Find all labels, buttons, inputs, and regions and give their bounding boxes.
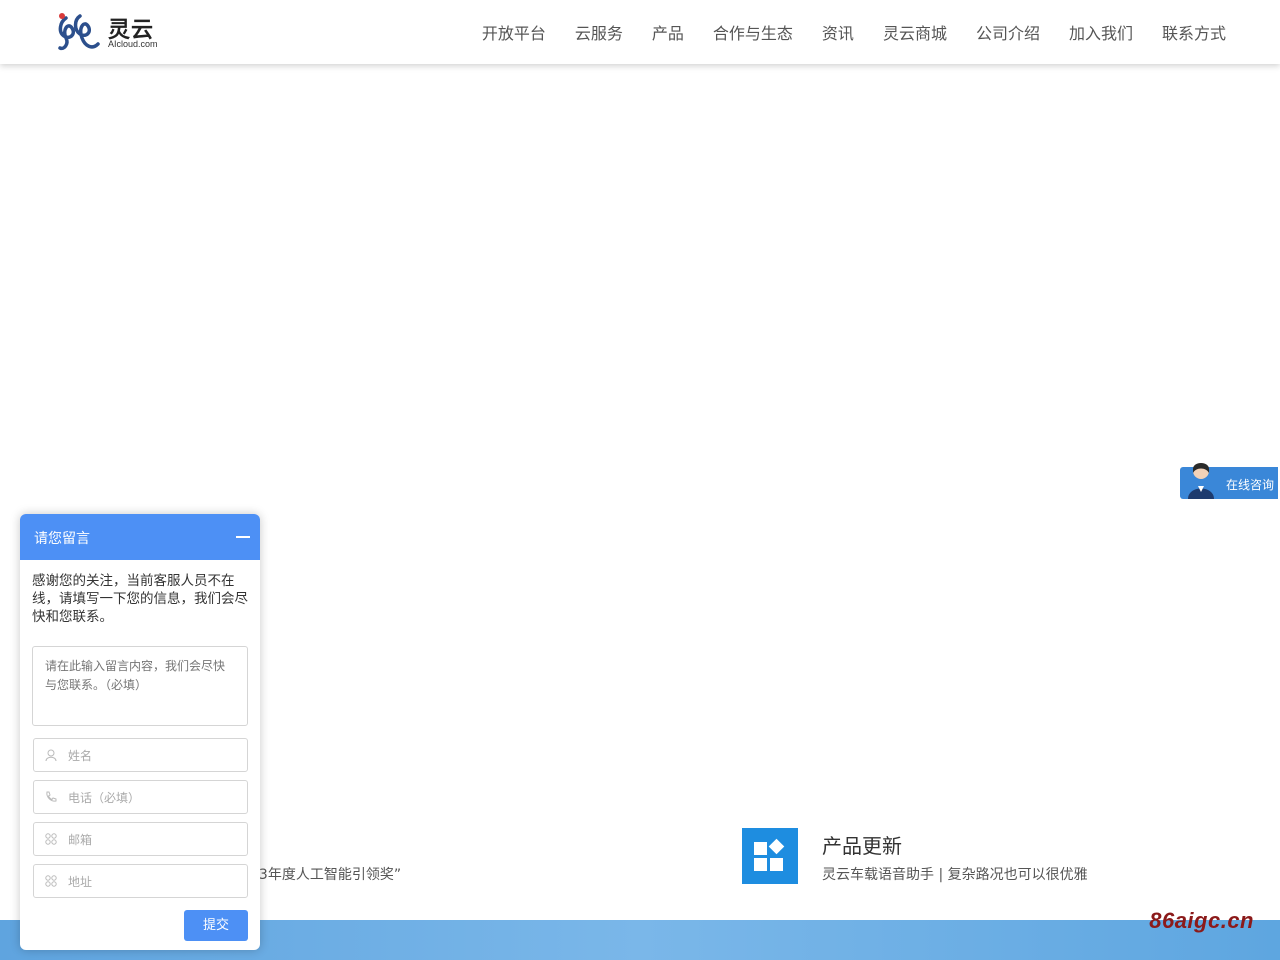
name-input[interactable] (68, 747, 238, 765)
nav-item-store[interactable]: 灵云商城 (883, 20, 947, 44)
main-nav: 开放平台 云服务 产品 合作与生态 资讯 灵云商城 公司介绍 加入我们 联系方式 (453, 0, 1226, 64)
address-input[interactable] (68, 873, 238, 891)
product-update-desc[interactable]: 灵云车载语音助手 | 复杂路况也可以很优雅 (822, 864, 1088, 884)
nav-item-about[interactable]: 公司介绍 (976, 20, 1040, 44)
nav-item-products[interactable]: 产品 (652, 20, 684, 44)
chat-header: 请您留言 (20, 514, 260, 560)
leave-message-panel: 请您留言 感谢您的关注，当前客服人员不在线，请填写一下您的信息，我们会尽快和您联… (20, 514, 260, 950)
email-icon (44, 832, 58, 846)
address-icon (44, 874, 58, 888)
address-field[interactable] (33, 864, 248, 898)
app-grid-icon (742, 828, 798, 884)
chat-title: 请您留言 (34, 531, 90, 547)
brand-domain: AIcloud.com (108, 39, 158, 49)
news-award-text[interactable]: 23年度人工智能引领奖” (250, 864, 401, 884)
name-field[interactable] (33, 738, 248, 772)
nav-item-partners[interactable]: 合作与生态 (713, 20, 793, 44)
nav-item-open-platform[interactable]: 开放平台 (482, 20, 546, 44)
online-consult-button[interactable]: 在线咨询 (1180, 463, 1278, 499)
chat-intro-text: 感谢您的关注，当前客服人员不在线，请填写一下您的信息，我们会尽快和您联系。 (32, 573, 248, 625)
minimize-icon[interactable] (236, 536, 250, 538)
user-icon (44, 748, 58, 762)
phone-input[interactable] (68, 789, 238, 807)
phone-icon (44, 790, 58, 804)
online-consult-label: 在线咨询 (1226, 478, 1275, 492)
submit-button[interactable]: 提交 (184, 910, 248, 941)
aicloud-logo-icon (58, 13, 100, 51)
site-watermark: 86aigc.cn (1149, 908, 1254, 933)
product-update-title[interactable]: 产品更新 (822, 830, 902, 859)
nav-item-news[interactable]: 资讯 (822, 20, 854, 44)
message-textarea[interactable] (32, 646, 248, 726)
service-agent-avatar (1188, 463, 1214, 499)
logo[interactable]: 灵云 AIcloud.com (56, 8, 166, 56)
nav-item-contact[interactable]: 联系方式 (1162, 20, 1226, 44)
email-field[interactable] (33, 822, 248, 856)
site-header: 灵云 AIcloud.com 开放平台 云服务 产品 合作与生态 资讯 灵云商城… (0, 0, 1280, 64)
nav-item-cloud-service[interactable]: 云服务 (575, 20, 623, 44)
nav-item-careers[interactable]: 加入我们 (1069, 20, 1133, 44)
phone-field[interactable] (33, 780, 248, 814)
email-input[interactable] (68, 831, 238, 849)
